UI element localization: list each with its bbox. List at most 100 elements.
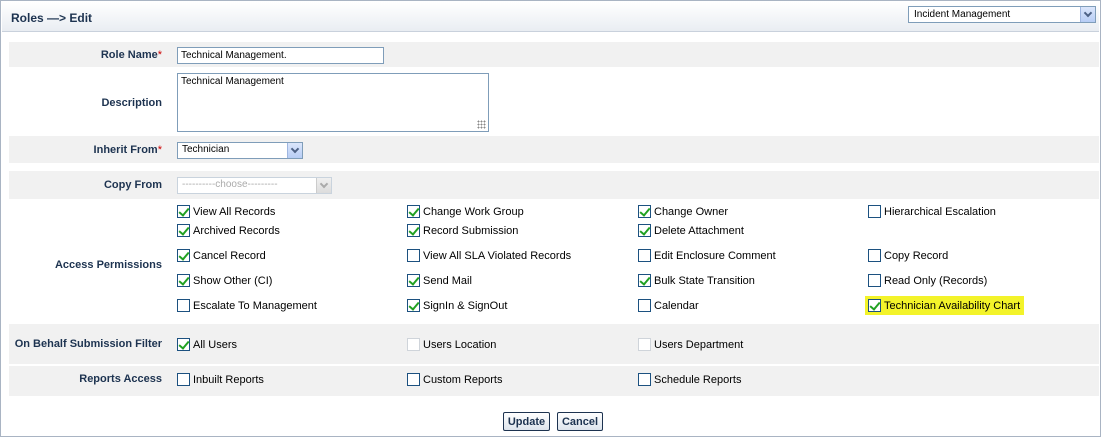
checkbox-empty-icon[interactable] — [638, 373, 651, 386]
checkbox-hierarchical-escalation[interactable]: Hierarchical Escalation — [868, 205, 996, 218]
checkbox-checked-icon[interactable] — [638, 205, 651, 218]
row-band-on-behalf — [9, 324, 1099, 364]
checkbox-read-only-records[interactable]: Read Only (Records) — [868, 274, 987, 287]
module-select[interactable]: Incident Management — [908, 6, 1096, 23]
row-band-reports — [9, 366, 1099, 396]
checkbox-bulk-state-transition[interactable]: Bulk State Transition — [638, 274, 755, 287]
checkbox-empty-icon[interactable] — [868, 249, 881, 262]
checkbox-label: SignIn & SignOut — [423, 299, 508, 312]
checkbox-all-users[interactable]: All Users — [177, 338, 237, 351]
checkbox-checked-icon[interactable] — [638, 274, 651, 287]
checkbox-show-other-ci[interactable]: Show Other (CI) — [177, 274, 272, 287]
checkbox-checked-icon[interactable] — [407, 274, 420, 287]
checkbox-delete-attachment[interactable]: Delete Attachment — [638, 224, 744, 237]
inherit-from-select[interactable]: Technician — [177, 142, 303, 159]
checkbox-label: Edit Enclosure Comment — [654, 249, 776, 262]
description-label: Description — [101, 97, 162, 109]
checkbox-empty-icon[interactable] — [868, 274, 881, 287]
checkbox-empty-icon[interactable] — [638, 299, 651, 312]
checkbox-cancel-record[interactable]: Cancel Record — [177, 249, 266, 262]
checkbox-empty-icon — [638, 338, 651, 351]
checkbox-label: Users Department — [654, 338, 744, 351]
cancel-button[interactable]: Cancel — [557, 412, 603, 431]
role-name-label: Role Name* — [100, 49, 162, 61]
checkbox-users-location: Users Location — [407, 338, 496, 351]
copy-from-select[interactable]: ----------choose--------- — [177, 177, 332, 194]
checkbox-label: Change Owner — [654, 205, 728, 218]
page-title: Roles —> Edit — [11, 11, 93, 25]
checkbox-label: All Users — [193, 338, 238, 351]
checkbox-checked-icon[interactable] — [868, 299, 881, 312]
checkbox-calendar[interactable]: Calendar — [638, 299, 699, 312]
checkbox-inbuilt-reports[interactable]: Inbuilt Reports — [177, 373, 264, 386]
page-header: Roles —> Edit Incident Management — [2, 2, 1099, 32]
chevron-down-icon[interactable] — [316, 178, 331, 193]
checkbox-record-submission[interactable]: Record Submission — [407, 224, 518, 237]
resize-grip-icon[interactable] — [477, 120, 486, 129]
description-field[interactable]: Technical Management — [177, 73, 489, 132]
checkbox-label: Inbuilt Reports — [193, 373, 264, 386]
row-band-role-name — [9, 42, 1099, 67]
checkbox-signin-signout[interactable]: SignIn & SignOut — [407, 299, 507, 312]
checkbox-edit-enclosure-comment[interactable]: Edit Enclosure Comment — [638, 249, 776, 262]
chevron-down-icon[interactable] — [287, 143, 302, 158]
checkbox-label: Users Location — [423, 338, 497, 351]
checkbox-empty-icon[interactable] — [177, 373, 190, 386]
checkbox-archived-records[interactable]: Archived Records — [177, 224, 280, 237]
checkbox-label: Custom Reports — [423, 373, 503, 386]
checkbox-checked-icon[interactable] — [177, 224, 190, 237]
checkbox-checked-icon[interactable] — [638, 224, 651, 237]
checkbox-label: Copy Record — [884, 249, 949, 262]
checkbox-checked-icon[interactable] — [407, 224, 420, 237]
checkbox-view-all-sla-violated-records[interactable]: View All SLA Violated Records — [407, 249, 571, 262]
checkbox-send-mail[interactable]: Send Mail — [407, 274, 472, 287]
copy-from-label: Copy From — [103, 179, 162, 191]
checkbox-change-owner[interactable]: Change Owner — [638, 205, 728, 218]
checkbox-label: View All SLA Violated Records — [423, 249, 572, 262]
checkbox-label: Change Work Group — [423, 205, 524, 218]
checkbox-label: Read Only (Records) — [884, 274, 988, 287]
inherit-from-label: Inherit From* — [93, 144, 162, 156]
checkbox-empty-icon[interactable] — [407, 249, 420, 262]
access-permissions-label: Access Permissions — [54, 259, 162, 271]
checkbox-escalate-to-management[interactable]: Escalate To Management — [177, 299, 317, 312]
roles-edit-panel: Roles —> Edit Incident Management Role N… — [0, 0, 1101, 437]
checkbox-label: Record Submission — [423, 224, 519, 237]
reports-access-label: Reports Access — [79, 373, 162, 385]
checkbox-empty-icon[interactable] — [407, 373, 420, 386]
checkbox-technician-availability-chart[interactable]: Technician Availability Chart — [865, 296, 1025, 315]
on-behalf-label: On Behalf Submission Filter — [14, 338, 162, 350]
checkbox-checked-icon[interactable] — [407, 299, 420, 312]
checkbox-checked-icon[interactable] — [407, 205, 420, 218]
checkbox-checked-icon[interactable] — [177, 205, 190, 218]
checkbox-label: Delete Attachment — [654, 224, 744, 237]
checkbox-custom-reports[interactable]: Custom Reports — [407, 373, 502, 386]
checkbox-checked-icon[interactable] — [177, 249, 190, 262]
checkbox-checked-icon[interactable] — [177, 274, 190, 287]
chevron-down-icon[interactable] — [1080, 7, 1095, 22]
checkbox-copy-record[interactable]: Copy Record — [868, 249, 948, 262]
checkbox-label: Archived Records — [193, 224, 280, 237]
checkbox-label: Schedule Reports — [654, 373, 742, 386]
module-select-value: Incident Management — [914, 9, 1011, 20]
checkbox-checked-icon[interactable] — [177, 338, 190, 351]
checkbox-label: Bulk State Transition — [654, 274, 755, 287]
checkbox-change-work-group[interactable]: Change Work Group — [407, 205, 524, 218]
checkbox-label: Send Mail — [423, 274, 472, 287]
checkbox-empty-icon[interactable] — [868, 205, 881, 218]
role-name-field[interactable]: Technical Management. — [177, 47, 384, 64]
checkbox-label: Cancel Record — [193, 249, 266, 262]
row-band-inherit-from — [9, 136, 1099, 163]
checkbox-empty-icon — [407, 338, 420, 351]
checkbox-schedule-reports[interactable]: Schedule Reports — [638, 373, 741, 386]
checkbox-view-all-records[interactable]: View All Records — [177, 205, 275, 218]
checkbox-label: Escalate To Management — [193, 299, 317, 312]
checkbox-label: Hierarchical Escalation — [884, 205, 996, 218]
checkbox-users-department: Users Department — [638, 338, 743, 351]
checkbox-label: Show Other (CI) — [193, 274, 273, 287]
checkbox-label: View All Records — [193, 205, 276, 218]
update-button[interactable]: Update — [503, 412, 550, 431]
checkbox-empty-icon[interactable] — [177, 299, 190, 312]
checkbox-empty-icon[interactable] — [638, 249, 651, 262]
checkbox-label: Calendar — [654, 299, 699, 312]
